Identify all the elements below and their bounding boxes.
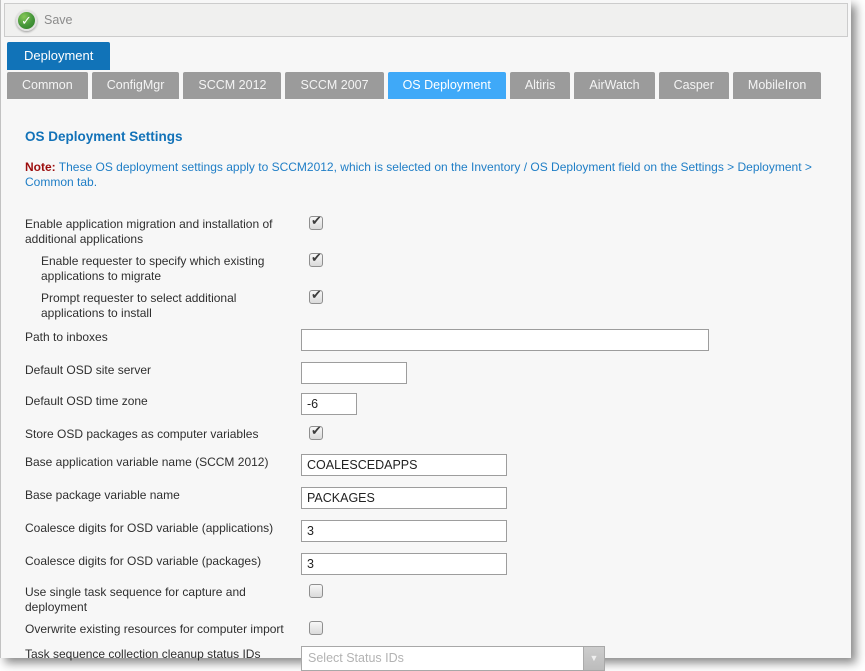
status-ids-dropdown-value: Select Status IDs: [302, 647, 583, 670]
field-row-coalesce-digits-packages: Coalesce digits for OSD variable (packag…: [25, 553, 831, 575]
field-row-overwrite-existing-resources: Overwrite existing resources for compute…: [25, 621, 831, 637]
field-label: Task sequence collection cleanup status …: [25, 646, 301, 662]
field-row-coalesce-digits-applications: Coalesce digits for OSD variable (applic…: [25, 520, 831, 542]
base-package-variable-name-input[interactable]: [301, 487, 507, 509]
default-osd-time-zone-input[interactable]: [301, 393, 357, 415]
field-row-task-sequence-cleanup: Task sequence collection cleanup status …: [25, 646, 831, 671]
field-label: Coalesce digits for OSD variable (packag…: [25, 553, 301, 569]
tab-altiris[interactable]: Altiris: [510, 72, 571, 99]
field-label: Store OSD packages as computer variables: [25, 426, 301, 442]
settings-note: Note: These OS deployment settings apply…: [25, 160, 831, 190]
field-row-single-task-sequence: Use single task sequence for capture and…: [25, 584, 831, 615]
path-to-inboxes-input[interactable]: [301, 329, 709, 351]
field-row-prompt-requester-select: Prompt requester to select additional ap…: [25, 290, 831, 321]
field-row-store-osd-packages: Store OSD packages as computer variables: [25, 426, 831, 442]
field-label: Default OSD site server: [25, 362, 301, 378]
coalesce-digits-applications-input[interactable]: [301, 520, 507, 542]
tab-common[interactable]: Common: [7, 72, 88, 99]
field-label: Overwrite existing resources for compute…: [25, 621, 301, 637]
field-label: Coalesce digits for OSD variable (applic…: [25, 520, 301, 536]
tab-os-deployment[interactable]: OS Deployment: [388, 72, 506, 99]
single-task-sequence-checkbox[interactable]: [309, 584, 323, 598]
field-label: Base package variable name: [25, 487, 301, 503]
note-text: These OS deployment settings apply to SC…: [25, 160, 812, 189]
tab-sccm-2012[interactable]: SCCM 2012: [183, 72, 281, 99]
field-label: Enable requester to specify which existi…: [25, 253, 301, 284]
tab-sccm-2007[interactable]: SCCM 2007: [285, 72, 383, 99]
settings-tab-bar: Common ConfigMgr SCCM 2012 SCCM 2007 OS …: [7, 72, 851, 99]
store-osd-packages-checkbox[interactable]: [309, 426, 323, 440]
page-title: OS Deployment Settings: [25, 129, 831, 144]
chevron-down-icon: ▼: [590, 654, 599, 663]
primary-tab-bar: Deployment: [7, 42, 851, 70]
field-row-path-to-inboxes: Path to inboxes: [25, 329, 831, 351]
tab-configmgr[interactable]: ConfigMgr: [92, 72, 180, 99]
field-label: Enable application migration and install…: [25, 216, 301, 247]
field-label: Use single task sequence for capture and…: [25, 584, 301, 615]
settings-window: ✓ Save Deployment Common ConfigMgr SCCM …: [0, 0, 851, 658]
enable-requester-specify-checkbox[interactable]: [309, 253, 323, 267]
tab-casper[interactable]: Casper: [659, 72, 729, 99]
save-toolbar: ✓ Save: [4, 3, 848, 37]
status-ids-dropdown[interactable]: Select Status IDs ▼: [301, 646, 605, 671]
note-prefix: Note:: [25, 160, 56, 174]
field-row-default-osd-time-zone: Default OSD time zone: [25, 393, 831, 415]
save-button-label: Save: [44, 13, 73, 27]
overwrite-existing-resources-checkbox[interactable]: [309, 621, 323, 635]
settings-panel: OS Deployment Settings Note: These OS de…: [1, 99, 851, 671]
field-label: Base application variable name (SCCM 201…: [25, 454, 301, 470]
save-check-icon: ✓: [16, 10, 37, 31]
base-app-variable-name-input[interactable]: [301, 454, 507, 476]
field-row-base-package-variable-name: Base package variable name: [25, 487, 831, 509]
status-ids-dropdown-button[interactable]: ▼: [583, 647, 604, 670]
field-row-base-app-variable-name: Base application variable name (SCCM 201…: [25, 454, 831, 476]
tab-airwatch[interactable]: AirWatch: [574, 72, 654, 99]
field-label: Default OSD time zone: [25, 393, 301, 409]
field-label: Path to inboxes: [25, 329, 301, 345]
tab-mobileiron[interactable]: MobileIron: [733, 72, 821, 99]
save-button[interactable]: ✓ Save: [14, 8, 79, 33]
prompt-requester-select-checkbox[interactable]: [309, 290, 323, 304]
field-row-enable-app-migration: Enable application migration and install…: [25, 216, 831, 247]
coalesce-digits-packages-input[interactable]: [301, 553, 507, 575]
field-row-enable-requester-specify: Enable requester to specify which existi…: [25, 253, 831, 284]
tab-deployment[interactable]: Deployment: [7, 42, 110, 70]
field-label: Prompt requester to select additional ap…: [25, 290, 301, 321]
default-osd-site-server-input[interactable]: [301, 362, 407, 384]
field-row-default-osd-site-server: Default OSD site server: [25, 362, 831, 384]
enable-app-migration-checkbox[interactable]: [309, 216, 323, 230]
